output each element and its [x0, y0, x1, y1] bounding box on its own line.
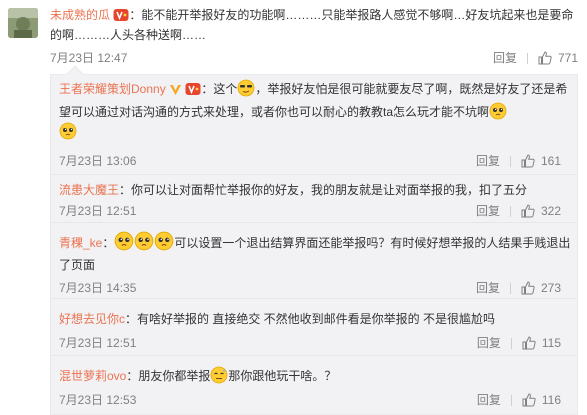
reply-meta: 7月23日 14:35 回复 273	[59, 279, 561, 297]
reply-text: 好想去见你c：有啥好举报的 直接绝交 不然他收到邮件看是你举报的 不是很尴尬吗	[59, 309, 571, 329]
vip-badge-icon	[185, 82, 201, 102]
like-button[interactable]: 116	[522, 391, 561, 409]
reply-text: 王者荣耀策划Donny ：这个 ，举报好友怕是很可能就要友尽了啊，既然是好友了还是…	[59, 79, 571, 142]
pleading-emoji-icon	[489, 102, 507, 120]
reply-item: 王者荣耀策划Donny ：这个 ，举报好友怕是很可能就要友尽了啊，既然是好友了还是…	[51, 75, 577, 175]
reply-author[interactable]: 流患大魔王	[59, 183, 119, 197]
reply-time: 7月23日 12:53	[59, 393, 137, 407]
reply-meta: 7月23日 12:51 回复 322	[59, 202, 561, 220]
avatar[interactable]	[8, 8, 38, 38]
main-comment: 未成熟的瓜 ：能不能开举报好友的功能啊………只能举报路人感觉不够啊…好友坑起来也…	[0, 0, 587, 72]
comment-text: 未成熟的瓜 ：能不能开举报好友的功能啊………只能举报路人感觉不够啊…好友坑起来也…	[50, 7, 578, 44]
like-button[interactable]: 273	[521, 279, 561, 297]
divider	[509, 155, 511, 167]
reply-meta: 7月23日 13:06 回复 161	[59, 152, 561, 170]
reply-button[interactable]: 回复	[476, 152, 500, 170]
pleading-emoji-icon	[115, 231, 134, 251]
reply-body-part: ：朋友你都举报	[126, 369, 211, 383]
like-button[interactable]: 322	[521, 202, 561, 220]
reply-time: 7月23日 13:06	[59, 154, 137, 168]
reply-button[interactable]: 回复	[493, 49, 517, 67]
reply-item: 好想去见你c：有啥好举报的 直接绝交 不然他收到邮件看是你举报的 不是很尴尬吗 …	[51, 299, 577, 356]
reply-button[interactable]: 回复	[477, 334, 501, 352]
vip-badge-icon	[113, 8, 129, 27]
like-count: 116	[541, 393, 561, 407]
reply-author[interactable]: 青稞_ke	[59, 236, 102, 250]
comment-meta: 7月23日 12:47 回复 771	[50, 49, 578, 67]
divider	[510, 337, 512, 349]
like-count: 115	[541, 336, 561, 350]
reply-button[interactable]: 回复	[477, 391, 501, 409]
reply-meta: 7月23日 12:53 回复 116	[59, 391, 561, 409]
divider	[510, 394, 512, 406]
reply-button[interactable]: 回复	[476, 202, 500, 220]
reply-text: 混世萝莉ovo：朋友你都举报 那你跟他玩干啥。？	[59, 366, 571, 386]
divider	[526, 52, 528, 64]
divider	[509, 282, 511, 294]
reply-list: 王者荣耀策划Donny ：这个 ，举报好友怕是很可能就要友尽了啊，既然是好友了还是…	[50, 65, 578, 415]
thumbs-up-icon	[538, 51, 552, 65]
reply-meta: 7月23日 12:51 回复 115	[59, 334, 561, 352]
thumbs-up-icon	[521, 204, 535, 218]
sweat-emoji-icon	[210, 366, 228, 384]
avatar-image	[8, 8, 38, 38]
like-count: 771	[557, 51, 578, 65]
thumbs-up-icon	[521, 154, 535, 168]
thumbs-up-icon	[521, 281, 535, 295]
reply-body-part: ：	[102, 236, 115, 250]
comment-author[interactable]: 未成熟的瓜	[50, 8, 110, 22]
verified-v-icon	[169, 82, 182, 102]
reply-author[interactable]: 王者荣耀策划Donny	[59, 82, 166, 96]
reply-author[interactable]: 混世萝莉ovo	[59, 369, 126, 383]
reply-body-part: ：这个	[201, 82, 238, 96]
reply-body: ：有啥好举报的 直接绝交 不然他收到邮件看是你举报的 不是很尴尬吗	[125, 312, 496, 326]
thumbs-up-icon	[522, 336, 536, 350]
reply-time: 7月23日 14:35	[59, 281, 137, 295]
divider	[509, 205, 511, 217]
cool-emoji-icon	[238, 79, 255, 97]
reply-body: ：你可以让对面帮忙举报你的好友，我的朋友就是让对面举报的我，扣了五分	[119, 183, 528, 197]
reply-item: 青稞_ke： 可以设置一个退出结算界面还能举报吗？有时候好想举报的人结果手贱退出了…	[51, 223, 577, 299]
like-count: 273	[540, 281, 561, 295]
thumbs-up-icon	[522, 393, 536, 407]
like-button[interactable]: 115	[522, 334, 561, 352]
reply-time: 7月23日 12:51	[59, 336, 137, 350]
pleading-emoji-icon	[155, 231, 174, 251]
reply-item: 混世萝莉ovo：朋友你都举报 那你跟他玩干啥。？ 7月23日 12:53 回复 1…	[51, 356, 577, 414]
reply-body-part: 那你跟他玩干啥。？	[228, 369, 337, 383]
like-count: 322	[540, 204, 561, 218]
reply-item: 流患大魔王：你可以让对面帮忙举报你的好友，我的朋友就是让对面举报的我，扣了五分 …	[51, 175, 577, 223]
pleading-emoji-icon	[59, 122, 77, 140]
reply-time: 7月23日 12:51	[59, 204, 137, 218]
comment-time: 7月23日 12:47	[50, 51, 128, 65]
reply-text: 流患大魔王：你可以让对面帮忙举报你的好友，我的朋友就是让对面举报的我，扣了五分	[59, 180, 571, 200]
reply-author[interactable]: 好想去见你c	[59, 312, 125, 326]
like-count: 161	[540, 154, 561, 168]
pleading-emoji-icon	[135, 231, 154, 251]
reply-text: 青稞_ke： 可以设置一个退出结算界面还能举报吗？有时候好想举报的人结果手贱退出了…	[59, 231, 571, 276]
reply-button[interactable]: 回复	[476, 279, 500, 297]
like-button[interactable]: 771	[538, 49, 578, 67]
like-button[interactable]: 161	[521, 152, 561, 170]
